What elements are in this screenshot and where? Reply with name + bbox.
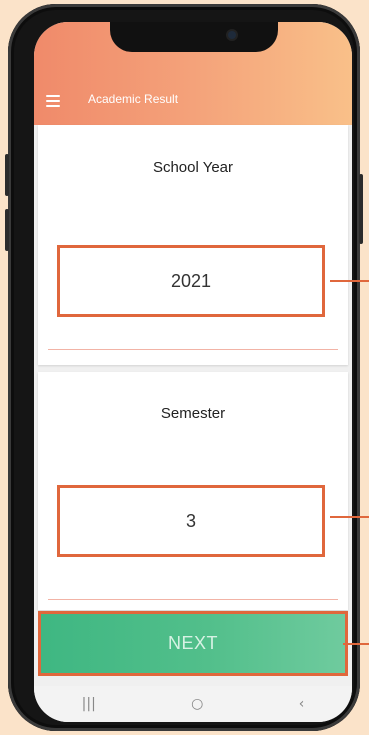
phone-frame: Academic Result School Year 2021 Semeste… [5,4,363,731]
system-nav-bar: ||| ○ ‹ [34,686,352,722]
callout-line-semester [330,516,369,518]
semester-label: Semester [160,405,226,422]
hamburger-menu-icon[interactable] [46,95,60,107]
power-button [359,174,363,244]
phone-screen: Academic Result School Year 2021 Semeste… [34,22,352,722]
school-year-card: School Year 2021 [38,125,348,365]
school-year-field[interactable]: 2021 [57,245,325,317]
volume-button [5,209,9,251]
school-year-label: School Year [152,159,234,176]
page-title: Academic Result [88,92,179,106]
volume-button [5,154,9,196]
divider [48,349,338,350]
home-icon[interactable]: ○ [191,696,203,712]
recents-icon[interactable]: ||| [82,696,96,712]
next-button[interactable]: NEXT [38,611,348,676]
semester-card: Semester 3 [38,372,348,610]
callout-line-school-year [330,280,369,282]
callout-line-next [343,643,369,645]
back-icon[interactable]: ‹ [299,696,305,712]
semester-field[interactable]: 3 [57,485,325,557]
divider [48,599,338,600]
camera-icon [228,31,236,39]
notch [110,22,278,52]
